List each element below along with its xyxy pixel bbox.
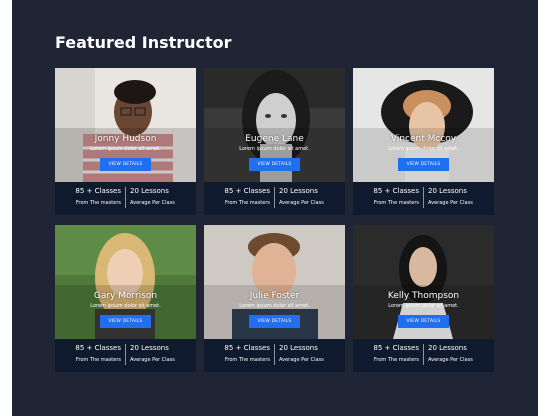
instructor-description: Lorem ipsum dolor sit amet. — [239, 303, 310, 309]
classes-subtitle: From The masters — [75, 357, 121, 363]
lessons-count: 20 Lessons — [428, 187, 467, 195]
classes-subtitle: From The masters — [373, 200, 419, 206]
classes-count: 85 + Classes — [75, 344, 121, 352]
section-title: Featured Instructor — [55, 33, 232, 52]
instructor-name: Jonny Hudson — [94, 134, 157, 144]
instructor-stats: 85 + Classes From The masters 20 Lessons… — [353, 182, 494, 215]
lessons-count: 20 Lessons — [279, 344, 318, 352]
instructor-stats: 85 + Classes From The masters 20 Lessons… — [353, 339, 494, 372]
instructor-description: Lorem ipsum dolor sit amet. — [239, 146, 310, 152]
lessons-count: 20 Lessons — [130, 344, 169, 352]
instructor-name: Kelly Thompson — [387, 291, 460, 301]
view-details-button[interactable]: VIEW DETAILS — [398, 315, 449, 328]
lessons-subtitle: Average Per Class — [279, 357, 324, 363]
instructor-card: Kelly Thompson Lorem ipsum dolor sit ame… — [353, 225, 494, 372]
stats-divider — [274, 187, 275, 208]
instructor-stats: 85 + Classes From The masters 20 Lessons… — [55, 182, 196, 215]
instructor-stats: 85 + Classes From The masters 20 Lessons… — [204, 339, 345, 372]
view-details-button[interactable]: VIEW DETAILS — [249, 158, 300, 171]
view-details-button[interactable]: VIEW DETAILS — [100, 315, 151, 328]
stats-divider — [423, 344, 424, 365]
instructor-name: Eugene Lane — [245, 134, 304, 144]
classes-subtitle: From The masters — [224, 200, 270, 206]
instructor-card: Eugene Lane Lorem ipsum dolor sit amet. … — [204, 68, 345, 215]
instructor-description: Lorem ipsum dolor sit amet. — [90, 146, 161, 152]
instructor-description: Lorem ipsum dolor sit amet. — [388, 303, 459, 309]
lessons-subtitle: Average Per Class — [279, 200, 324, 206]
classes-count: 85 + Classes — [373, 187, 419, 195]
classes-count: 85 + Classes — [373, 344, 419, 352]
stats-divider — [423, 187, 424, 208]
lessons-count: 20 Lessons — [428, 344, 467, 352]
lessons-count: 20 Lessons — [130, 187, 169, 195]
classes-subtitle: From The masters — [373, 357, 419, 363]
instructor-stats: 85 + Classes From The masters 20 Lessons… — [204, 182, 345, 215]
stats-divider — [274, 344, 275, 365]
lessons-subtitle: Average Per Class — [130, 357, 175, 363]
featured-instructor-section: Featured Instructor Jonny Hudson Lorem i… — [12, 0, 538, 416]
classes-count: 85 + Classes — [75, 187, 121, 195]
instructor-stats: 85 + Classes From The masters 20 Lessons… — [55, 339, 196, 372]
view-details-button[interactable]: VIEW DETAILS — [398, 158, 449, 171]
view-details-button[interactable]: VIEW DETAILS — [249, 315, 300, 328]
instructor-card: Jonny Hudson Lorem ipsum dolor sit amet.… — [55, 68, 196, 215]
classes-count: 85 + Classes — [224, 187, 270, 195]
classes-subtitle: From The masters — [224, 357, 270, 363]
instructor-card: Gary Morrison Lorem ipsum dolor sit amet… — [55, 225, 196, 372]
instructor-card: Vincent Mccoy Lorem ipsum dolor sit amet… — [353, 68, 494, 215]
instructor-description: Lorem ipsum dolor sit amet. — [90, 303, 161, 309]
lessons-subtitle: Average Per Class — [130, 200, 175, 206]
lessons-count: 20 Lessons — [279, 187, 318, 195]
lessons-subtitle: Average Per Class — [428, 357, 473, 363]
instructor-name: Julie Foster — [249, 291, 300, 301]
classes-count: 85 + Classes — [224, 344, 270, 352]
stats-divider — [125, 187, 126, 208]
view-details-button[interactable]: VIEW DETAILS — [100, 158, 151, 171]
instructor-name: Vincent Mccoy — [390, 134, 457, 144]
instructor-name: Gary Morrison — [93, 291, 158, 301]
lessons-subtitle: Average Per Class — [428, 200, 473, 206]
classes-subtitle: From The masters — [75, 200, 121, 206]
instructor-card: Julie Foster Lorem ipsum dolor sit amet.… — [204, 225, 345, 372]
stats-divider — [125, 344, 126, 365]
instructor-description: Lorem ipsum dolor sit amet. — [388, 146, 459, 152]
